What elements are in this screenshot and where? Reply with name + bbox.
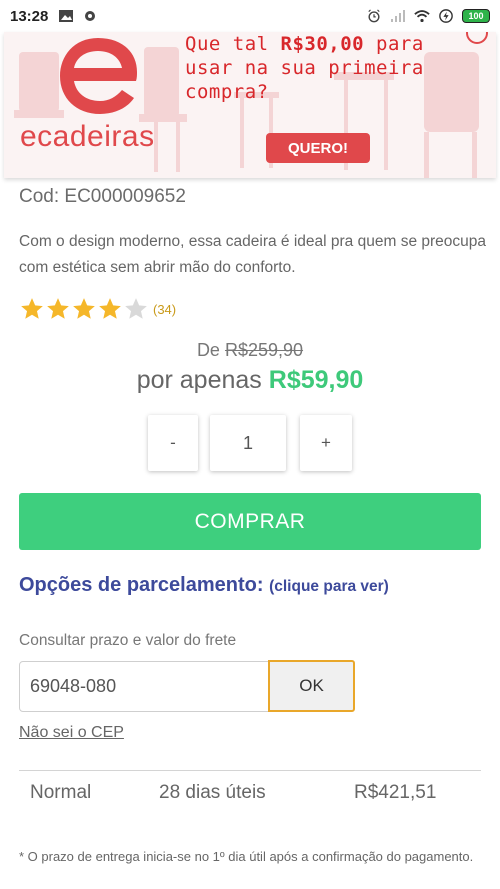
battery-level: 100 <box>468 11 484 21</box>
star-filled-icon <box>99 298 121 319</box>
quero-button[interactable]: QUERO! <box>266 133 370 163</box>
product-rating[interactable]: (34) <box>19 296 176 322</box>
app-notification-icon <box>85 11 96 21</box>
installment-label: Opções de parcelamento: <box>19 574 264 596</box>
shipping-option-name: Normal <box>30 782 92 803</box>
shipping-label: Consultar prazo e valor do frete <box>19 632 237 649</box>
promo-line2: usar na sua primeira <box>185 57 424 79</box>
price-old: R$259,90 <box>224 340 304 360</box>
installment-link[interactable]: (clique para ver) <box>269 578 389 595</box>
promo-amount: R$30,00 <box>280 33 365 55</box>
product-code: Cod: EC000009652 <box>19 186 186 207</box>
buy-button[interactable]: COMPRAR <box>19 493 481 550</box>
ecadeiras-logo-icon <box>60 38 137 114</box>
status-bar: 13:28 100 <box>0 0 500 32</box>
quantity-increase-button[interactable]: + <box>300 415 352 471</box>
star-filled-icon <box>21 298 43 319</box>
promo-line1-pre: Que tal <box>185 33 281 55</box>
star-filled-icon <box>73 298 95 319</box>
installment-options[interactable]: Opções de parcelamento: (clique para ver… <box>19 574 389 597</box>
shipping-footnote: * O prazo de entrega inicia-se no 1º dia… <box>19 849 474 864</box>
shipping-option-price: R$421,51 <box>354 782 437 803</box>
promo-message: Que tal R$30,00 para usar na sua primeir… <box>185 32 424 104</box>
star-filled-icon <box>47 298 69 319</box>
logo-wordmark: ecadeiras <box>20 120 155 153</box>
current-price: por apenas R$59,90 <box>0 366 500 395</box>
price-now-label: por apenas <box>136 366 262 394</box>
battery-icon: 100 <box>462 9 490 23</box>
promo-line3: compra? <box>185 81 269 103</box>
price-from-label: De <box>196 340 220 360</box>
promo-banner[interactable]: ecadeiras Que tal R$30,00 para usar na s… <box>4 32 496 178</box>
wifi-icon <box>414 10 430 23</box>
original-price: De R$259,90 <box>0 340 500 361</box>
charging-icon <box>439 9 453 23</box>
shipping-option-days: 28 dias úteis <box>159 782 266 803</box>
promo-line1-post: para <box>364 33 424 55</box>
cep-ok-button[interactable]: OK <box>268 660 355 712</box>
quantity-decrease-button[interactable]: - <box>148 415 198 471</box>
star-empty-icon <box>125 298 147 319</box>
alarm-icon <box>368 9 380 23</box>
divider <box>19 770 481 771</box>
no-cep-link[interactable]: Não sei o CEP <box>19 724 124 742</box>
signal-icon <box>391 10 405 22</box>
quantity-input[interactable]: 1 <box>210 415 286 471</box>
rating-count[interactable]: (34) <box>153 302 176 317</box>
cep-input[interactable]: 69048-080 <box>19 661 269 712</box>
image-notification-icon <box>59 10 74 22</box>
price-now-value: R$59,90 <box>268 366 364 394</box>
status-time: 13:28 <box>10 7 49 25</box>
product-description: Com o design moderno, essa cadeira é ide… <box>19 233 486 276</box>
